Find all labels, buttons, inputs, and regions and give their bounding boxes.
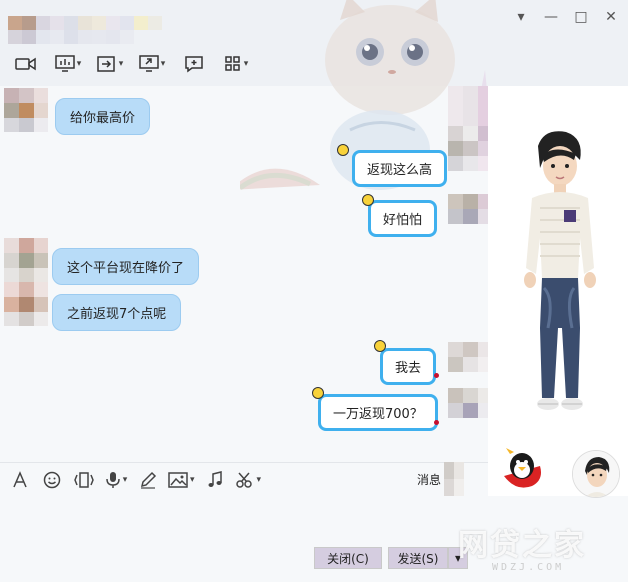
user-small-avatar[interactable] [572, 450, 620, 498]
message-bubble-sent[interactable]: 我去 [380, 348, 437, 385]
avatar-blurred [448, 388, 488, 418]
input-toolbar: ▾ ▾ ▾ [0, 462, 488, 496]
chevron-down-icon: ▾ [76, 59, 82, 69]
message-bubble-received[interactable]: 这个平台现在降价了 [52, 248, 200, 285]
user-show-avatar-figure [524, 131, 596, 410]
contact-name-blurred [8, 16, 162, 44]
send-file-button[interactable]: ▾ [92, 52, 128, 76]
minimize-button[interactable]: — [540, 6, 562, 28]
video-camera-icon [15, 57, 36, 71]
menu-chevron-button[interactable]: ▾ [510, 6, 532, 28]
scissors-icon [235, 472, 252, 488]
screenshot-button[interactable]: ▾ [235, 468, 262, 492]
window-controls: ▾ — □ ✕ [510, 6, 622, 28]
grid-apps-icon [224, 56, 240, 71]
image-icon [168, 471, 188, 488]
message-input-area[interactable] [0, 496, 488, 582]
add-chat-icon [185, 56, 203, 73]
chat-history[interactable]: 给你最高价 返现这么高 好怕怕 这个平台现在降价了 之前返现7个点呢 我去 一万… [0, 86, 488, 458]
video-call-button[interactable] [8, 52, 44, 76]
avatar-blurred [4, 282, 48, 326]
watermark-sub: WDZJ.COM [492, 562, 565, 573]
title-bar: ▾ — □ ✕ ▾ ▾ ▾ ▾ [0, 0, 628, 86]
chevron-down-icon: ▾ [190, 474, 195, 485]
remote-desktop-button[interactable]: ▾ [50, 52, 86, 76]
top-toolbar: ▾ ▾ ▾ ▾ [8, 52, 254, 76]
doodle-button[interactable] [136, 468, 160, 492]
chevron-down-icon: ▾ [243, 59, 249, 69]
font-a-icon [13, 470, 27, 487]
font-button[interactable] [8, 468, 32, 492]
chevron-down-icon: ▾ [118, 59, 124, 69]
unread-dot [434, 373, 439, 378]
monitor-chart-icon [54, 55, 75, 72]
message-bubble-received[interactable]: 给你最高价 [55, 98, 151, 135]
vip-badge-icon [312, 387, 324, 399]
file-transfer-icon [96, 56, 115, 72]
screen-share-icon [138, 55, 159, 72]
watermark: 网贷之家 [458, 528, 586, 563]
vip-badge-icon [362, 194, 374, 206]
maximize-button[interactable]: □ [570, 6, 592, 28]
chevron-down-icon: ▾ [256, 474, 262, 485]
pencil-icon [140, 471, 157, 489]
avatar-blurred [448, 86, 488, 224]
vip-badge-icon [374, 340, 386, 352]
emoji-button[interactable] [40, 468, 64, 492]
screen-share-button[interactable]: ▾ [134, 52, 170, 76]
close-button[interactable]: 关闭(C) [314, 547, 382, 569]
voice-message-button[interactable]: ▾ [104, 468, 128, 492]
send-button[interactable]: 发送(S) [388, 547, 448, 569]
image-button[interactable]: ▾ [168, 468, 195, 492]
window-shake-icon [74, 471, 94, 488]
music-button[interactable] [203, 468, 227, 492]
chevron-down-icon: ▾ [160, 59, 166, 69]
message-bubble-received[interactable]: 之前返现7个点呢 [52, 294, 182, 331]
close-window-button[interactable]: ✕ [600, 6, 622, 28]
avatar-show-panel [488, 86, 628, 496]
shake-button[interactable] [72, 468, 96, 492]
avatar-blurred [4, 88, 48, 132]
music-note-icon [208, 470, 222, 487]
avatar-blurred [448, 342, 488, 372]
message-bubble-sent[interactable]: 返现这么高 [352, 150, 448, 187]
unread-dot [434, 420, 439, 425]
message-record-link[interactable]: 消息 [417, 471, 441, 488]
smiley-icon [43, 471, 61, 488]
user-avatar-icon [573, 451, 619, 497]
avatar-blurred [4, 238, 48, 282]
avatar-blurred [444, 462, 464, 496]
message-bubble-sent[interactable]: 一万返现700？ [318, 394, 438, 431]
chevron-down-icon: ▾ [122, 474, 128, 485]
apps-button[interactable]: ▾ [218, 52, 254, 76]
chat-window: ▾ — □ ✕ ▾ ▾ ▾ ▾ 给你最高价 返现这么高 好怕怕 这个平台现在降价… [0, 0, 628, 582]
microphone-icon [105, 471, 120, 488]
vip-badge-icon [337, 144, 349, 156]
message-bubble-sent[interactable]: 好怕怕 [368, 200, 438, 237]
new-discussion-button[interactable] [176, 52, 212, 76]
qq-penguin-logo[interactable] [496, 446, 546, 496]
